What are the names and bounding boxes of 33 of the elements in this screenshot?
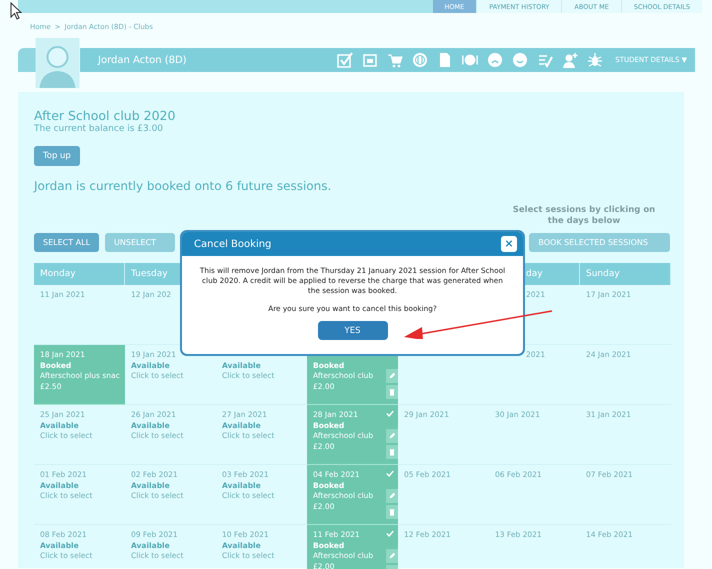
instruction-text: Select sessions by clicking on the days below [512,205,656,227]
plate-cutlery-icon[interactable] [412,52,428,68]
student-name: Jordan Acton (8D) [98,54,188,66]
check-icon [386,470,394,477]
booking-summary: Jordan is currently booked onto 6 future sessions. [34,179,332,193]
edit-pencil-icon[interactable] [386,429,398,443]
dialog-title: Cancel Booking [194,238,272,250]
bug-icon[interactable] [587,52,604,68]
sad-face-icon[interactable] [487,52,504,68]
edit-pencil-icon[interactable] [386,549,398,563]
calendar-icon[interactable] [362,52,378,68]
check-icon [386,530,394,537]
balance-text: The current balance is £3.00 [34,124,164,134]
action-button[interactable]: SELECT ALL [34,233,100,252]
smiley-face-icon[interactable] [512,52,528,68]
cart-icon[interactable] [387,52,404,68]
club-title: After School club 2020 [34,108,176,123]
day-name: day [526,269,543,279]
top-up-button[interactable]: Top up [34,146,80,166]
yes-button[interactable]: YES [318,321,388,340]
checkbox-icon[interactable] [337,52,354,68]
edit-pencil-icon[interactable] [386,369,398,383]
close-button[interactable]: × [501,236,517,252]
person-plus-icon[interactable] [562,52,578,68]
day-name: Monday [40,269,76,279]
coin-icon[interactable] [462,52,478,68]
day-name: Tuesday [131,269,168,279]
edit-pencil-icon[interactable] [386,489,398,503]
action-button[interactable]: BOOK SELECTED SESSIONS [529,233,670,252]
check-icon [386,410,394,417]
avatar-silhouette-icon [35,38,80,88]
day-name: Sunday [586,269,620,279]
action-button[interactable]: UNSELECT [105,233,176,252]
